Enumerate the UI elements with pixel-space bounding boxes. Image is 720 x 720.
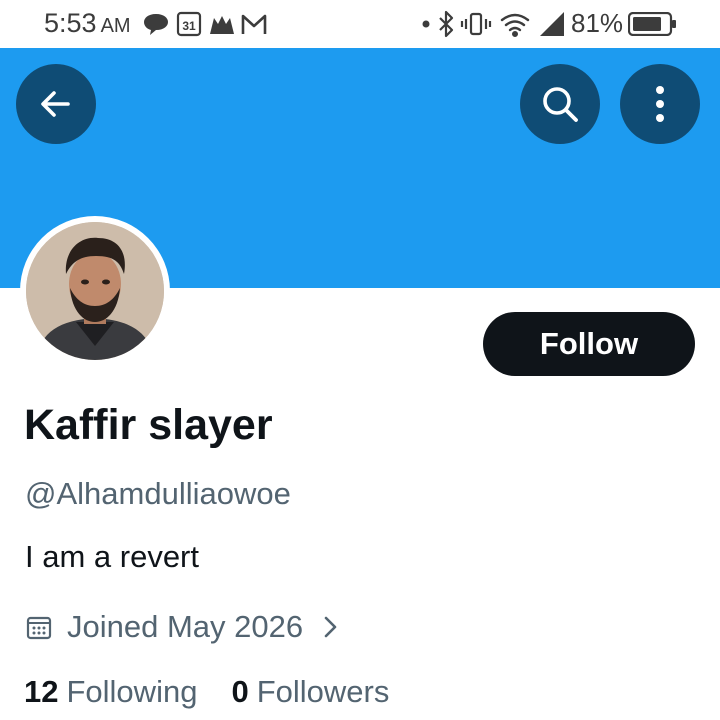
calendar-icon: 31 [176, 11, 202, 37]
status-ampm: AM [100, 15, 131, 37]
system-status-icons [422, 10, 564, 38]
notification-icons: 31 [144, 11, 267, 37]
battery-percent: 81% [571, 8, 624, 38]
back-arrow-icon [41, 91, 70, 117]
status-bar: 5:53 AM 31 81% [0, 0, 720, 48]
following-count: 12 [24, 674, 59, 709]
profile-bio: I am a revert [25, 539, 199, 574]
more-vertical-icon [656, 86, 664, 122]
search-button[interactable] [520, 64, 600, 144]
more-options-button[interactable] [620, 64, 700, 144]
search-icon [543, 87, 578, 122]
signal-icon [540, 12, 564, 36]
follow-button[interactable]: Follow [483, 312, 695, 376]
calendar-icon [25, 613, 53, 641]
avatar-photo [26, 222, 164, 360]
follow-stats: 12 Following 0 Followers [24, 670, 389, 714]
profile-avatar[interactable] [20, 216, 170, 366]
back-button[interactable] [16, 64, 96, 144]
followers-label: Followers [256, 674, 390, 709]
wifi-icon [500, 13, 530, 38]
battery-icon [628, 12, 676, 36]
followers-stat[interactable]: 0 Followers [231, 674, 389, 710]
chevron-right-icon [323, 614, 339, 640]
bluetooth-icon [439, 10, 454, 38]
vibrate-icon [460, 12, 492, 36]
status-time-value: 5:53 [44, 8, 97, 38]
followers-count: 0 [231, 674, 249, 709]
profile-handle: @Alhamdulliaowoe [25, 476, 291, 511]
gmail-icon [241, 14, 267, 34]
dot-icon [422, 20, 430, 28]
status-time: 5:53 AM [44, 8, 131, 39]
community-icon [210, 16, 234, 34]
chat-bubble-icon [144, 14, 168, 35]
calendar-day: 31 [182, 19, 196, 33]
following-label: Following [66, 674, 198, 709]
joined-date-row[interactable]: Joined May 2026 [25, 605, 339, 649]
avatar-portrait [26, 222, 164, 360]
display-name: Kaffir slayer [24, 401, 273, 449]
following-stat[interactable]: 12 Following [24, 674, 197, 710]
joined-date-text: Joined May 2026 [67, 609, 304, 644]
